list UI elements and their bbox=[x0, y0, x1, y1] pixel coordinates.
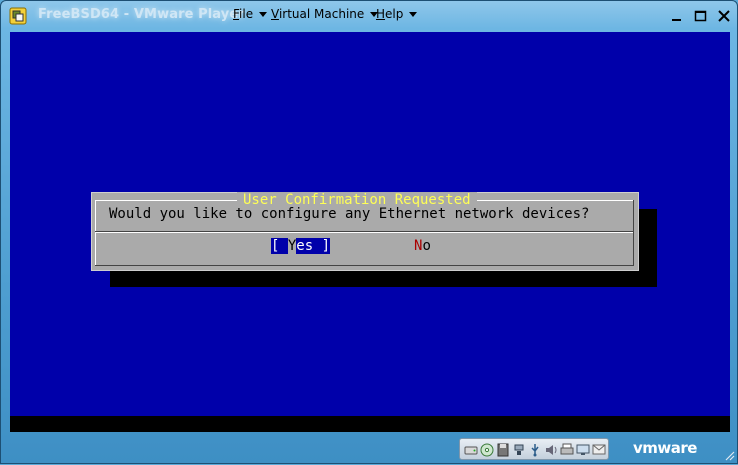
minimize-icon[interactable] bbox=[670, 9, 684, 23]
device-tray bbox=[459, 438, 609, 460]
chevron-down-icon bbox=[409, 12, 418, 17]
menu-help-label: Help bbox=[376, 7, 404, 21]
cd-dvd-icon[interactable] bbox=[479, 442, 495, 458]
dialog-border bbox=[95, 265, 634, 266]
dialog-separator bbox=[96, 232, 633, 233]
menu-virtual-machine[interactable]: Virtual Machine bbox=[271, 7, 379, 25]
display-icon[interactable] bbox=[575, 442, 591, 458]
title-bar: FreeBSD64 - VMware Player File Virtual M… bbox=[1, 1, 738, 31]
close-icon[interactable] bbox=[717, 9, 731, 23]
vmware-app-icon[interactable] bbox=[9, 7, 27, 25]
maximize-icon[interactable] bbox=[694, 9, 708, 23]
message-icon[interactable] bbox=[591, 442, 607, 458]
chevron-down-icon bbox=[259, 12, 268, 17]
yes-button[interactable]: [ Yes ] bbox=[271, 238, 331, 254]
sound-icon[interactable] bbox=[543, 442, 559, 458]
network-adapter-icon[interactable] bbox=[511, 442, 527, 458]
status-bar: vmware bbox=[1, 433, 738, 465]
dialog-border bbox=[633, 200, 634, 266]
hard-disk-icon[interactable] bbox=[463, 442, 479, 458]
menu-file[interactable]: File bbox=[233, 7, 268, 25]
floppy-icon[interactable] bbox=[495, 442, 511, 458]
guest-console-screen[interactable]: User Confirmation Requested Would you li… bbox=[10, 32, 730, 432]
window-title: FreeBSD64 - VMware Player bbox=[38, 7, 245, 22]
menu-file-label: File bbox=[233, 7, 254, 21]
no-button[interactable]: No bbox=[414, 238, 431, 254]
menu-help[interactable]: Help bbox=[376, 7, 418, 25]
printer-icon[interactable] bbox=[559, 442, 575, 458]
usb-icon[interactable] bbox=[527, 442, 543, 458]
menu-virtual-machine-label: Virtual Machine bbox=[271, 7, 365, 21]
resize-grip-icon[interactable] bbox=[723, 449, 735, 461]
console-bottom-band bbox=[10, 416, 730, 432]
dialog-border bbox=[95, 200, 96, 266]
no-button-label: No bbox=[414, 238, 431, 254]
confirmation-dialog: User Confirmation Requested Would you li… bbox=[91, 192, 639, 271]
vmware-brand-logo: vmware bbox=[633, 439, 697, 457]
dialog-question: Would you like to configure any Ethernet… bbox=[109, 206, 590, 222]
vmware-player-window: FreeBSD64 - VMware Player File Virtual M… bbox=[0, 0, 738, 464]
